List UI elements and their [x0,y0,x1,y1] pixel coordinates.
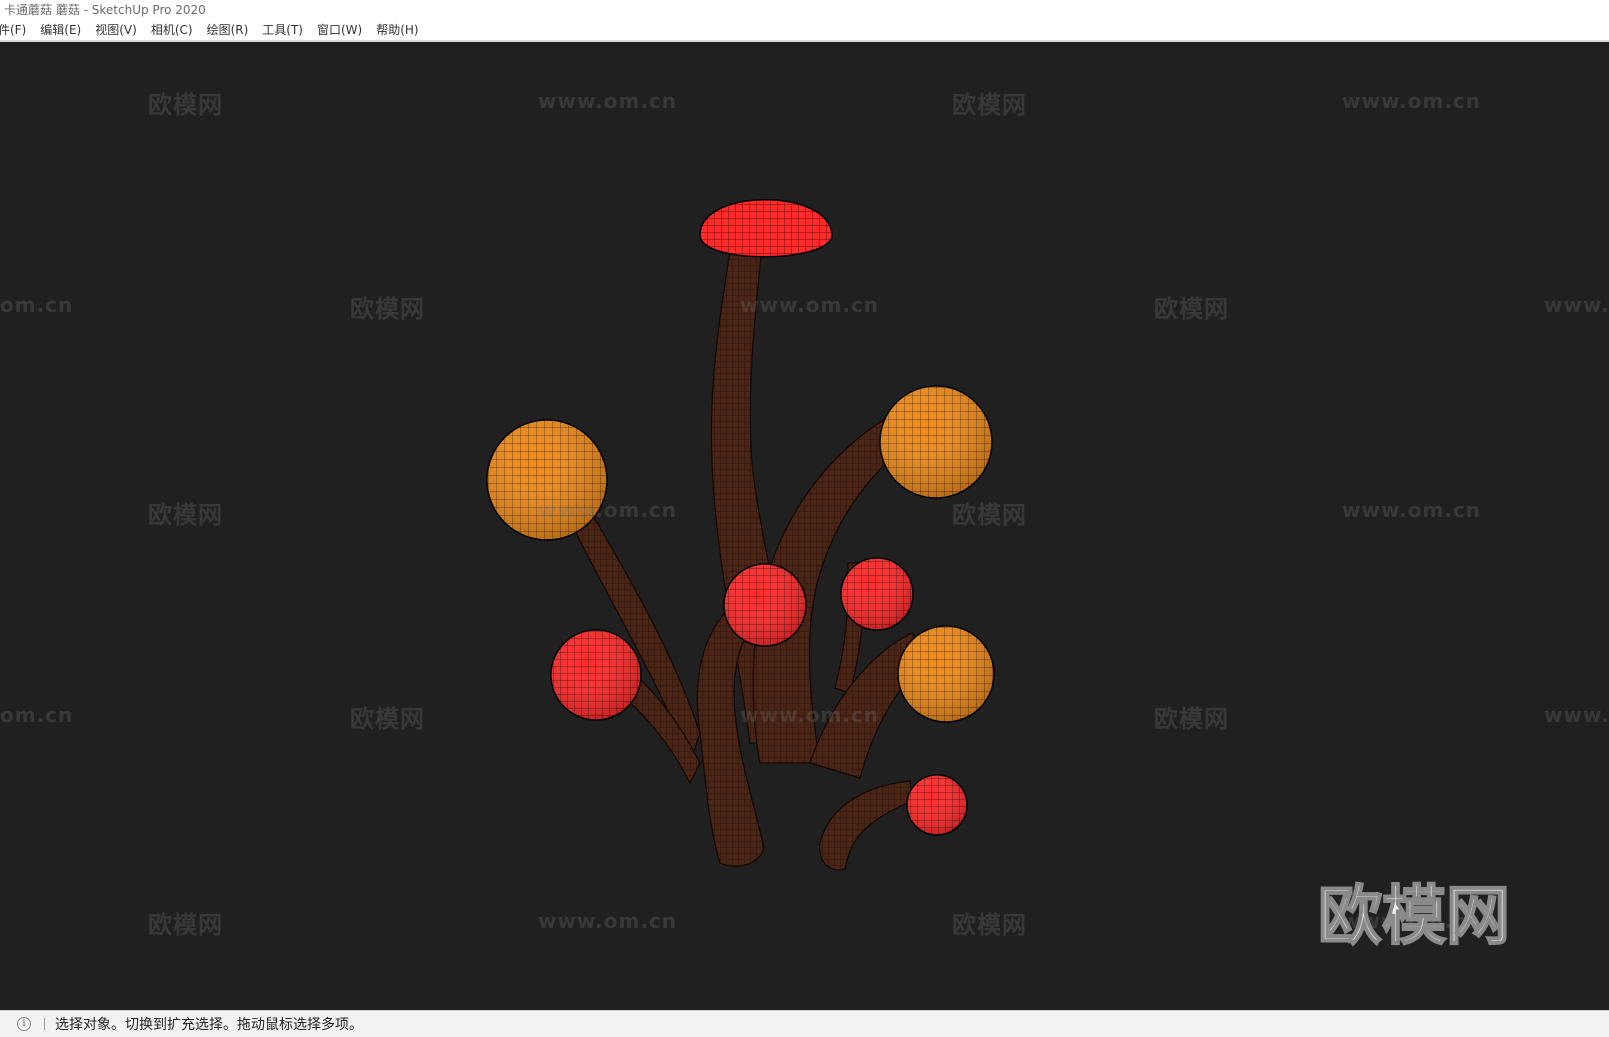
watermark-brand: 欧模网 [148,501,223,529]
menu-view[interactable]: 视图(V) [88,21,144,40]
watermark-url: www.om.cn [538,89,678,113]
watermark-brand: 欧模网 [1154,295,1229,323]
watermark-brand: 欧模网 [350,705,425,733]
watermark-brand: 欧模网 [952,501,1027,529]
cap-red-top [699,199,833,258]
watermark-url-partial: om.cn [0,703,74,727]
watermark-url: www.om.cn [538,909,678,933]
menu-file[interactable]: 件(F) [0,21,33,40]
watermark-brand: 欧模网 [148,911,223,939]
status-message: 选择对象。切换到扩充选择。拖动鼠标选择多项。 [55,1017,363,1033]
status-bar: i 选择对象。切换到扩充选择。拖动鼠标选择多项。 [0,1010,1609,1037]
3d-viewport[interactable]: 欧模网 www.om.cn 欧模网 www.om.cn om.cn 欧模网 ww… [0,43,1609,1010]
watermark-url: www.om.cn [740,703,880,727]
watermark-logo-large: 欧模网 [1317,879,1511,955]
watermark-url: www.om.cn [740,293,880,317]
status-divider [44,1018,45,1030]
watermark-brand: 欧模网 [350,295,425,323]
watermark-url: www.om.cn [1342,89,1482,113]
watermark-url: www.om.cn [1342,498,1482,522]
menu-help[interactable]: 帮助(H) [369,21,425,40]
title-bar: 卡通蘑菇 蘑菇 - SketchUp Pro 2020 [0,0,1609,21]
menu-draw[interactable]: 绘图(R) [200,21,256,40]
stem-orange-left [565,491,701,765]
sketchup-window: 卡通蘑菇 蘑菇 - SketchUp Pro 2020 件(F) 编辑(E) 视… [0,0,1609,1037]
menu-window[interactable]: 窗口(W) [310,21,369,40]
info-icon[interactable]: i [17,1017,31,1031]
watermark-url-partial: om.cn [0,293,74,317]
watermark-url-partial: www. [1544,703,1609,727]
watermark-brand: 欧模网 [952,91,1027,119]
watermark-url-partial: www. [1544,293,1609,317]
window-title: 卡通蘑菇 蘑菇 - SketchUp Pro 2020 [4,3,206,17]
menu-edit[interactable]: 编辑(E) [33,21,88,40]
watermark-brand: 欧模网 [1154,705,1229,733]
menu-tools[interactable]: 工具(T) [255,21,310,40]
stems [565,224,931,871]
menu-bar: 件(F) 编辑(E) 视图(V) 相机(C) 绘图(R) 工具(T) 窗口(W)… [0,21,1609,42]
watermark-url: www.om.cn [538,498,678,522]
menu-camera[interactable]: 相机(C) [144,21,200,40]
watermark-brand: 欧模网 [952,911,1027,939]
stem-front-lower-right [819,780,913,871]
watermark-brand: 欧模网 [148,91,223,119]
